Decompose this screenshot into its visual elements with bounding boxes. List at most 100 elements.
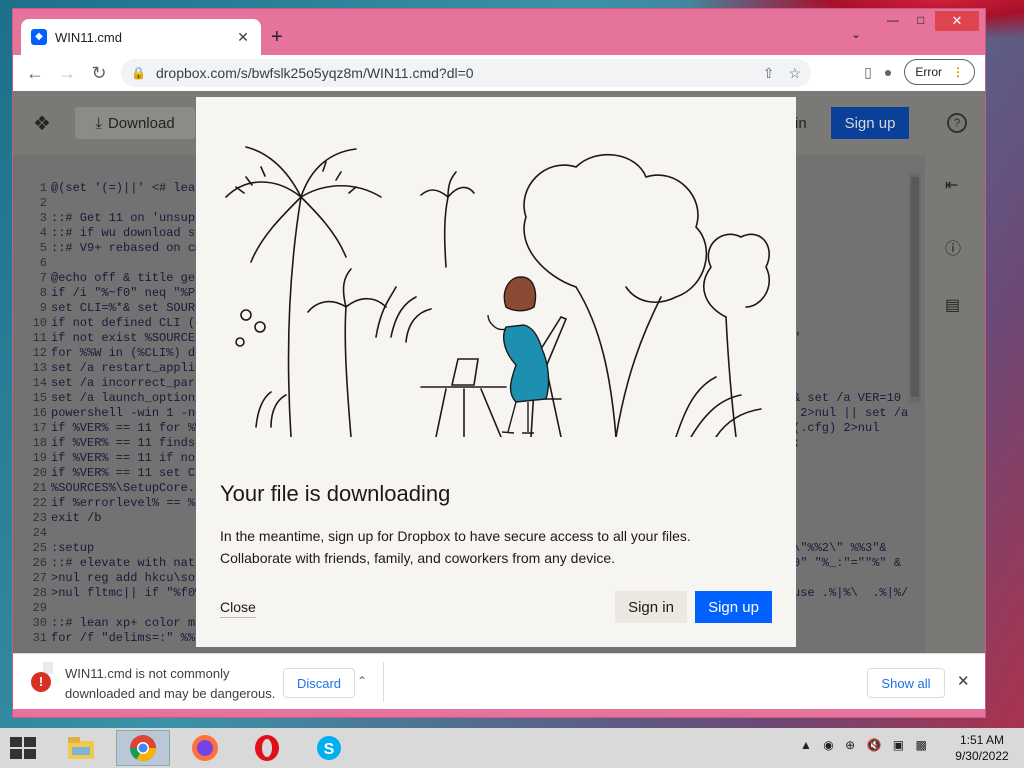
modal-title: Your file is downloading [220,481,451,506]
chevron-down-icon[interactable]: ⌄ [851,27,861,41]
code-line-right: 2>nul || set /a [793,406,909,420]
code-line-right [793,466,908,481]
maximize-button[interactable]: □ [917,13,924,27]
header-signin-link[interactable]: in [795,115,807,132]
download-label: Download [107,114,175,132]
tray-plus-icon[interactable]: ⊕ [845,738,855,752]
discard-button[interactable]: Discard [283,668,355,698]
file-explorer-icon[interactable] [54,730,108,766]
line-text: ::# elevate with nativ [51,556,210,570]
close-window-button[interactable]: ✕ [935,11,979,31]
line-text: %SOURCES%\SetupCore.ex [51,481,210,495]
line-text: set /a launch_option_e [51,391,210,405]
arrow-right-icon[interactable]: → [51,63,83,84]
profile-icon[interactable]: ● [884,64,892,80]
download-icon: ⤓ [95,114,102,132]
line-number: 23 [32,511,47,525]
line-number: 29 [32,601,47,615]
volume-muted-icon[interactable]: 🔇 [866,738,881,752]
windows-start-icon[interactable] [10,737,36,759]
tray-app-icon[interactable]: ◉ [823,738,833,752]
star-icon[interactable]: ☆ [788,65,801,82]
line-text: if %errorlevel% == %re [51,496,210,510]
tab-win11[interactable]: ◆ WIN11.cmd ✕ [21,19,261,55]
chevron-up-icon[interactable]: ⌃ [357,674,367,688]
firefox-icon[interactable] [178,730,232,766]
action-center-icon[interactable]: ▩ [915,738,926,752]
clock[interactable]: 1:51 AM 9/30/2022 [950,732,1014,764]
code-line-right [793,346,908,361]
code-line-right [793,571,908,586]
url-text[interactable]: dropbox.com/s/bwfslk25o5yqz8m/WIN11.cmd?… [156,65,749,81]
modal-close-button[interactable]: Close [220,599,256,618]
line-number: 8 [39,286,47,300]
arrow-left-icon[interactable]: ← [19,63,51,84]
chrome-icon[interactable] [116,730,170,766]
code-line-right [793,361,908,376]
line-text: ::# lean xp+ color mac [51,616,210,630]
line-text: >nul fltmc|| if "%f0%" [51,586,210,600]
line-number: 3 [39,211,47,225]
code-line-right [793,511,908,526]
reload-icon[interactable]: ↻ [83,63,115,84]
download-shelf: ! WIN11.cmd is not commonly downloaded a… [13,653,985,709]
line-text: :setup [51,541,95,555]
error-button[interactable]: Error ⋮ [904,59,975,85]
collapse-panel-icon[interactable]: ⇤ [945,175,958,195]
line-text: exit /b [51,511,102,525]
close-tab-icon[interactable]: ✕ [235,29,251,46]
kebab-menu-icon: ⋮ [952,65,964,79]
woman-at-cafe-illustration [225,146,771,437]
opera-icon[interactable] [240,730,294,766]
dropbox-logo-icon[interactable]: ❖ [33,111,51,136]
close-shelf-icon[interactable]: ✕ [957,672,970,690]
line-text: for %%W in (%CLI%) do [51,346,203,360]
line-number: 9 [39,301,47,315]
info-icon[interactable]: ⓘ [945,235,961,259]
line-text: if %VER% == 11 for %%W [51,421,210,435]
help-icon[interactable]: ? [947,113,967,133]
code-line-right: use .%|%\ .%|%/ [793,586,909,600]
line-text: if not exist %SOURCES% [51,331,210,345]
line-text: ::# if wu download stu [51,226,210,240]
line-text: set /a restart_applica [51,361,210,375]
line-number: 1 [39,181,47,195]
line-text: if %VER% == 11 findstr [51,436,210,450]
tab-title: WIN11.cmd [55,29,122,45]
modal-signin-button[interactable]: Sign in [615,591,687,623]
scrollbar-thumb[interactable] [911,177,919,397]
download-modal: Your file is downloading In the meantime… [196,97,796,647]
line-text: if %VER% == 11 if not [51,451,203,465]
line-text: for /f "delims=:" %%s [51,631,203,645]
sidepanel-icon[interactable]: ▯ [864,64,872,81]
line-number: 4 [39,226,47,240]
modal-body: In the meantime, sign up for Dropbox to … [220,528,691,566]
line-number: 19 [32,451,47,465]
warning-icon: ! [31,672,51,692]
address-bar[interactable]: 🔒 dropbox.com/s/bwfslk25o5yqz8m/WIN11.cm… [121,59,811,87]
code-line-right [793,451,908,466]
line-number: 24 [32,526,47,540]
header-signup-button[interactable]: Sign up [831,107,909,139]
modal-signup-button[interactable]: Sign up [695,591,772,623]
share-icon[interactable]: ⇧ [763,65,775,82]
divider [383,662,384,702]
line-number: 2 [39,196,47,210]
network-icon[interactable]: ▣ [893,738,904,752]
line-text: ::# Get 11 on 'unsuppo [51,211,210,225]
line-number: 18 [32,436,47,450]
comment-icon[interactable]: ▤ [945,295,960,315]
line-number: 7 [39,271,47,285]
show-all-button[interactable]: Show all [867,668,945,698]
minimize-button[interactable]: — [887,13,899,27]
new-tab-button[interactable]: + [271,27,283,47]
scrollbar[interactable] [909,173,921,403]
code-line-right [793,526,908,541]
skype-icon[interactable]: S [302,730,356,766]
error-label: Error [915,65,942,79]
download-button[interactable]: ⤓ Download [75,107,195,139]
dropbox-icon: ◆ [31,29,47,45]
show-hidden-icons[interactable]: ▲ [800,738,812,752]
lock-icon[interactable]: 🔒 [131,66,146,80]
line-text: if %VER% == 11 set CLI [51,466,210,480]
